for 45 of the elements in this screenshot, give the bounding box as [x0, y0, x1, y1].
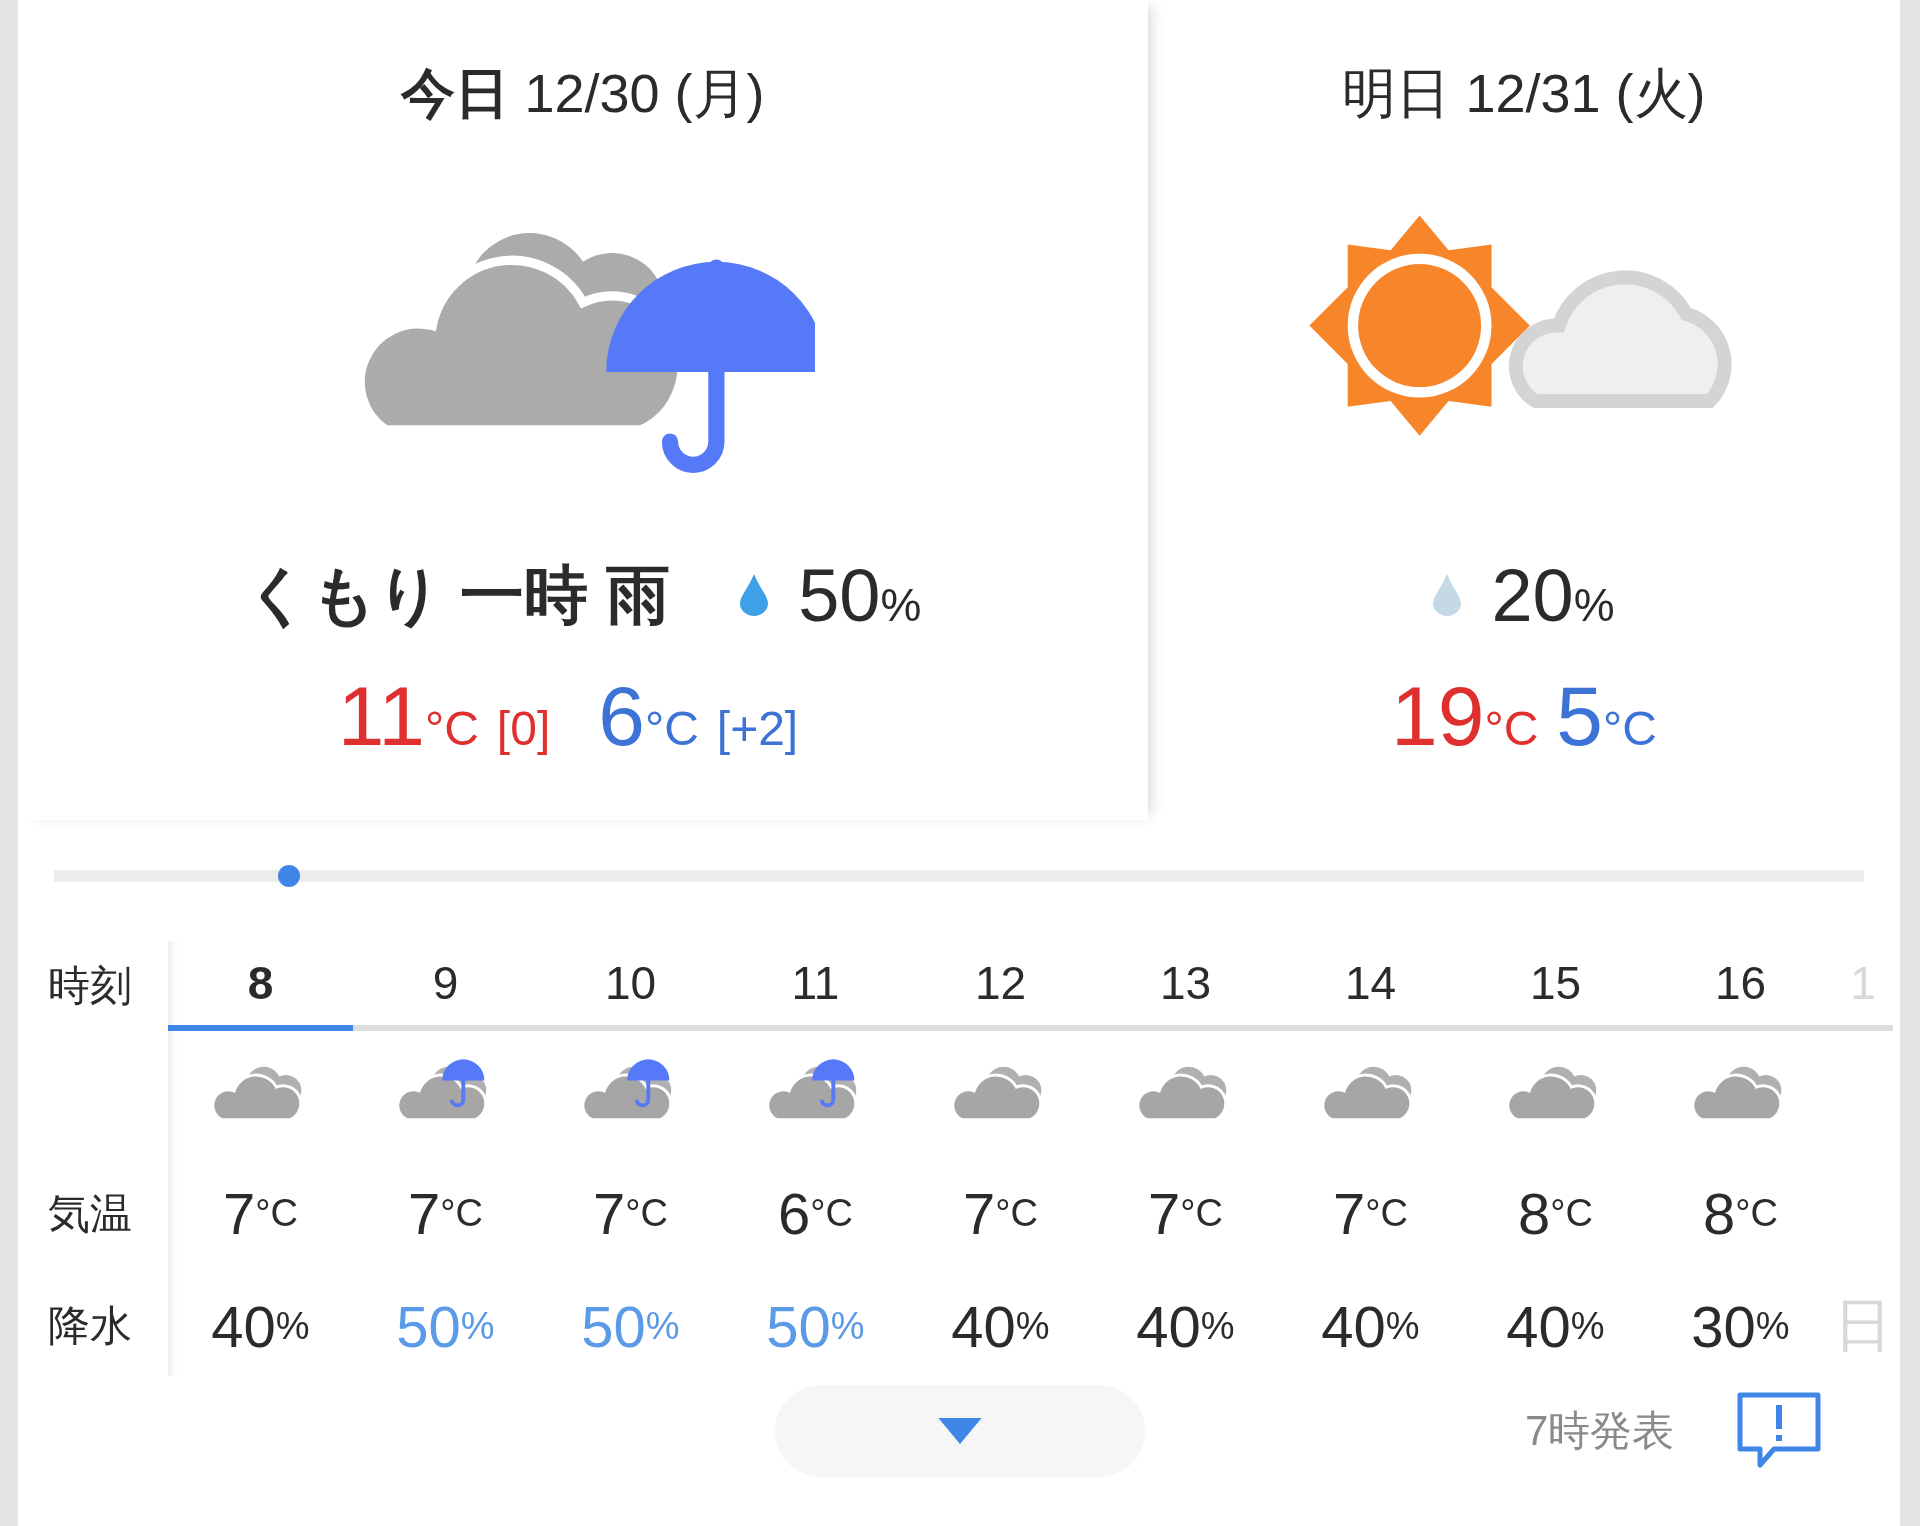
row-label: 降水 [48, 1301, 133, 1351]
hourly-temp: 7°C [222, 1180, 299, 1248]
hourly-precip: 30% [1690, 1292, 1791, 1361]
hourly-temp: 7°C [1332, 1180, 1409, 1248]
hourly-temp: 7°C [1147, 1180, 1224, 1248]
precip-chance: 20% [1491, 552, 1615, 638]
hourly-temp: 7°C [962, 1180, 1039, 1248]
hourly-precip: 40% [1320, 1292, 1421, 1361]
hourly-precip: 40% [950, 1292, 1051, 1361]
low-temp: 6°C [598, 668, 699, 765]
row-label: 時刻 [48, 961, 133, 1011]
hour-tab[interactable]: 15 [1463, 941, 1648, 1031]
issued-time: 7時発表 [1525, 1406, 1675, 1456]
hour-tab[interactable]: 8 [168, 941, 353, 1031]
weather-condition: くもり 一時 雨 [244, 557, 671, 633]
low-temp-diff: [+2] [716, 701, 799, 756]
row-label: 気温 [48, 1188, 133, 1239]
hourly-precip: 50% [395, 1292, 496, 1361]
hour-tab[interactable]: 11 [723, 941, 908, 1031]
caret-icon [938, 1418, 982, 1444]
high-temp-diff: [0] [496, 701, 551, 756]
slider-thumb[interactable] [278, 865, 301, 887]
low-temp: 5°C [1556, 668, 1657, 765]
hourly-precip: 50% [765, 1292, 866, 1361]
hourly-precip: 40% [210, 1292, 311, 1361]
precip-chance: 50% [798, 552, 922, 638]
hourly-precip: 40% [1135, 1292, 1236, 1361]
hourly-temp: 8°C [1517, 1180, 1594, 1248]
day-panel[interactable]: 今日 12/30 (月) くもり 一時 雨 50% 11°C [0] 6°C [+2] [18, 0, 1148, 820]
hourly-temp: 7°C [407, 1180, 484, 1248]
hourly-precip: 40% [1505, 1292, 1606, 1361]
hourly-precip: 50% [580, 1292, 681, 1361]
hour-tab[interactable]: 13 [1093, 941, 1278, 1031]
hour-tab[interactable]: 16 [1648, 941, 1833, 1031]
day-title: 明日 12/31 (火) [1342, 62, 1706, 125]
high-temp: 19°C [1391, 668, 1539, 765]
hour-tab[interactable]: 14 [1278, 941, 1463, 1031]
high-temp: 11°C [337, 668, 479, 765]
day-title: 今日 12/30 (月) [401, 62, 765, 125]
hour-tab[interactable]: 9 [353, 941, 538, 1031]
hourly-temp: 8°C [1702, 1180, 1779, 1248]
hour-tab[interactable]: 10 [538, 941, 723, 1031]
hourly-temp: 7°C [592, 1180, 669, 1248]
hourly-temp: 6°C [777, 1180, 854, 1248]
hour-tab[interactable]: 12 [908, 941, 1093, 1031]
